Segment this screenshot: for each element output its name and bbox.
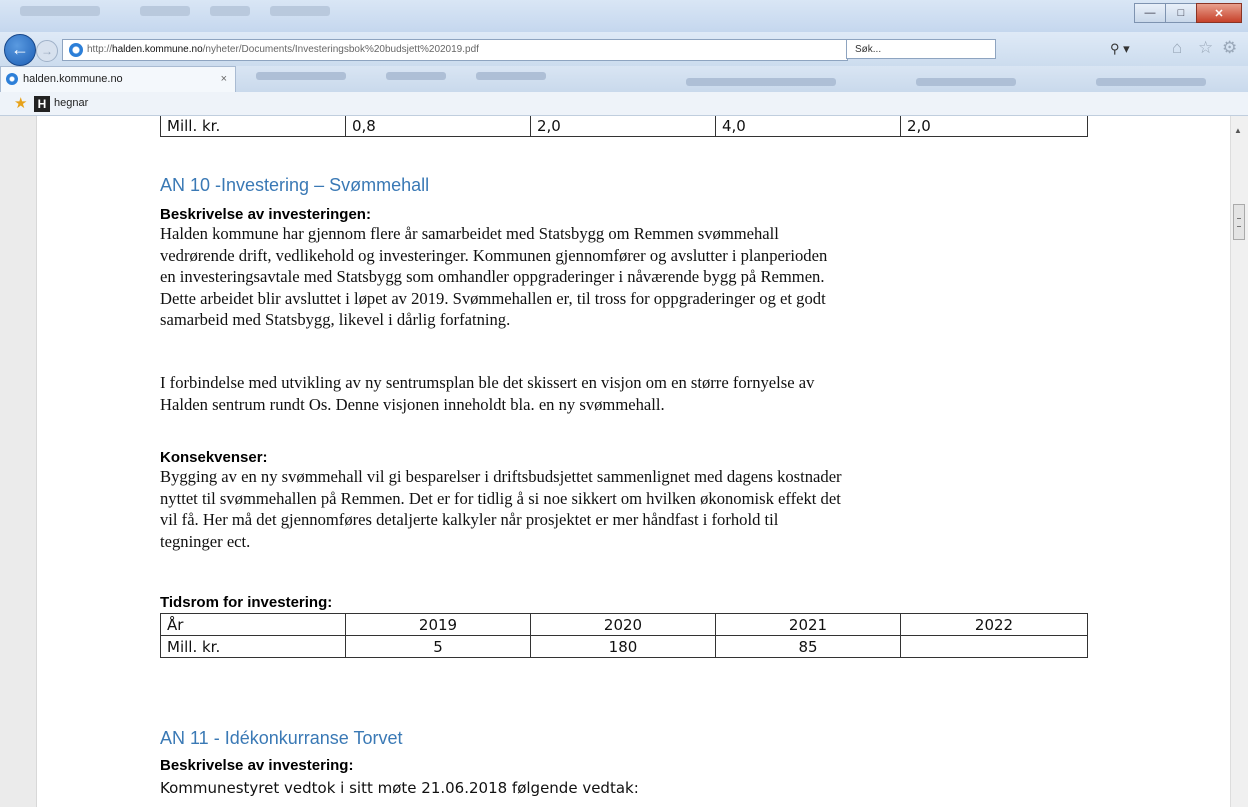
paragraph-line: nyttet til svømmehallen på Remmen. Det e…: [160, 488, 841, 508]
minimize-button[interactable]: —: [1134, 3, 1166, 23]
gear-icon[interactable]: ⚙: [1222, 38, 1237, 58]
table-header-cell: 2021: [715, 613, 901, 636]
consequences-paragraph: Bygging av en ny svømmehall vil gi bespa…: [160, 466, 1060, 552]
blurred-toolbar-item: [686, 78, 836, 86]
blurred-toolbar: [236, 66, 1248, 92]
table-cell: Mill. kr.: [160, 116, 346, 137]
home-icon[interactable]: ⌂: [1172, 38, 1182, 58]
blurred-title-text: [210, 6, 250, 16]
maximize-button[interactable]: □: [1165, 3, 1197, 23]
favorite-site-icon[interactable]: H: [34, 96, 50, 112]
tab-ie-icon: [6, 73, 18, 85]
table-header-cell: 2020: [530, 613, 716, 636]
scrollbar-thumb[interactable]: [1233, 204, 1245, 240]
vertical-scrollbar[interactable]: ▲: [1230, 116, 1248, 807]
table-row: Mill. kr. 0,8 2,0 4,0 2,0: [160, 116, 1088, 137]
tab-close-icon[interactable]: ×: [221, 67, 227, 92]
favorites-star-icon[interactable]: ★: [14, 94, 27, 112]
search-input[interactable]: Søk...: [846, 39, 996, 59]
table-cell: 5: [345, 635, 531, 658]
tab-title: halden.kommune.no: [23, 73, 123, 85]
window-title-bar: — □ ✕: [0, 0, 1248, 32]
favorites-bar: ★ H hegnar: [0, 92, 1248, 116]
favorite-link-hegnar[interactable]: hegnar: [54, 97, 88, 109]
search-icon[interactable]: ⚲ ▾: [1110, 41, 1130, 57]
description-label: Beskrivelse av investeringen:: [160, 206, 371, 223]
table-header-cell: År: [160, 613, 346, 636]
description-label-an11: Beskrivelse av investering:: [160, 757, 354, 774]
blurred-title-text: [140, 6, 190, 16]
previous-investment-table: Mill. kr. 0,8 2,0 4,0 2,0: [160, 116, 1088, 137]
table-cell: 4,0: [715, 116, 901, 137]
favorites-star-icon[interactable]: ☆: [1198, 38, 1213, 58]
section-heading-an11: AN 11 - Idékonkurranse Torvet: [160, 728, 403, 748]
ie-page-icon: [69, 43, 83, 57]
scroll-up-arrow-icon[interactable]: ▲: [1234, 126, 1242, 135]
table-cell: 0,8: [345, 116, 531, 137]
table-header-row: År 2019 2020 2021 2022: [160, 613, 1088, 636]
url-protocol: http://: [87, 44, 113, 55]
table-cell: 85: [715, 635, 901, 658]
forward-arrow-icon[interactable]: →: [36, 40, 58, 62]
blurred-title-text: [20, 6, 100, 16]
paragraph-line: vedrørende drift, vedlikehold og investe…: [160, 245, 828, 265]
url-host: halden.kommune.no: [112, 44, 203, 55]
an11-first-line: Kommunestyret vedtok i sitt møte 21.06.2…: [160, 779, 639, 797]
table-cell: 2,0: [900, 116, 1088, 137]
navigation-bar: ← → http://halden.kommune.no/nyheter/Doc…: [0, 32, 1248, 66]
paragraph-line: Bygging av en ny svømmehall vil gi bespa…: [160, 467, 842, 486]
tab-halden[interactable]: halden.kommune.no ×: [0, 66, 236, 92]
url-path: /nyheter/Documents/Investeringsbok%20bud…: [202, 44, 479, 55]
paragraph-line: Dette arbeidet blir avsluttet i løpet av…: [160, 288, 826, 308]
window-controls: — □ ✕: [1134, 3, 1242, 23]
back-arrow-icon[interactable]: ←: [4, 34, 36, 66]
pdf-viewport[interactable]: Mill. kr. 0,8 2,0 4,0 2,0 AN 10 -Investe…: [0, 116, 1248, 807]
investment-timeframe-table: År 2019 2020 2021 2022 Mill. kr. 5 180 8…: [160, 613, 1088, 658]
section-heading-an10: AN 10 -Investering – Svømmehall: [160, 175, 430, 195]
consequences-label: Konsekvenser:: [160, 449, 268, 466]
table-header-cell: 2022: [900, 613, 1088, 636]
paragraph-line: en investeringsavtale med Statsbygg som …: [160, 267, 825, 286]
close-window-button[interactable]: ✕: [1196, 3, 1242, 23]
paragraph-line: Halden kommune har gjennom flere år sama…: [160, 224, 779, 243]
table-row: Mill. kr. 5 180 85: [160, 635, 1088, 658]
paragraph-line: samarbeid med Statsbygg, likevel i dårli…: [160, 310, 511, 329]
address-bar[interactable]: http://halden.kommune.no/nyheter/Documen…: [62, 39, 848, 61]
paragraph-line: vil få. Her må det gjennomføres detaljer…: [160, 510, 779, 529]
table-cell: Mill. kr.: [160, 635, 346, 658]
paragraph-line: tegninger ect.: [160, 531, 251, 551]
table-cell: 180: [530, 635, 716, 658]
paragraph-line: I forbindelse med utvikling av ny sentru…: [160, 373, 815, 392]
vision-paragraph: I forbindelse med utvikling av ny sentru…: [160, 372, 1060, 415]
description-paragraph: Halden kommune har gjennom flere år sama…: [160, 223, 1060, 331]
blurred-title-text: [270, 6, 330, 16]
blurred-toolbar-item: [476, 72, 546, 80]
left-gutter: [0, 116, 37, 807]
blurred-toolbar-item: [916, 78, 1016, 86]
blurred-toolbar-item: [256, 72, 346, 80]
table-cell: 2,0: [530, 116, 716, 137]
table-header-cell: 2019: [345, 613, 531, 636]
timeframe-label: Tidsrom for investering:: [160, 594, 333, 611]
blurred-toolbar-item: [386, 72, 446, 80]
table-cell: [900, 635, 1088, 658]
paragraph-line: Halden sentrum rundt Os. Denne visjonen …: [160, 394, 665, 414]
blurred-toolbar-item: [1096, 78, 1206, 86]
